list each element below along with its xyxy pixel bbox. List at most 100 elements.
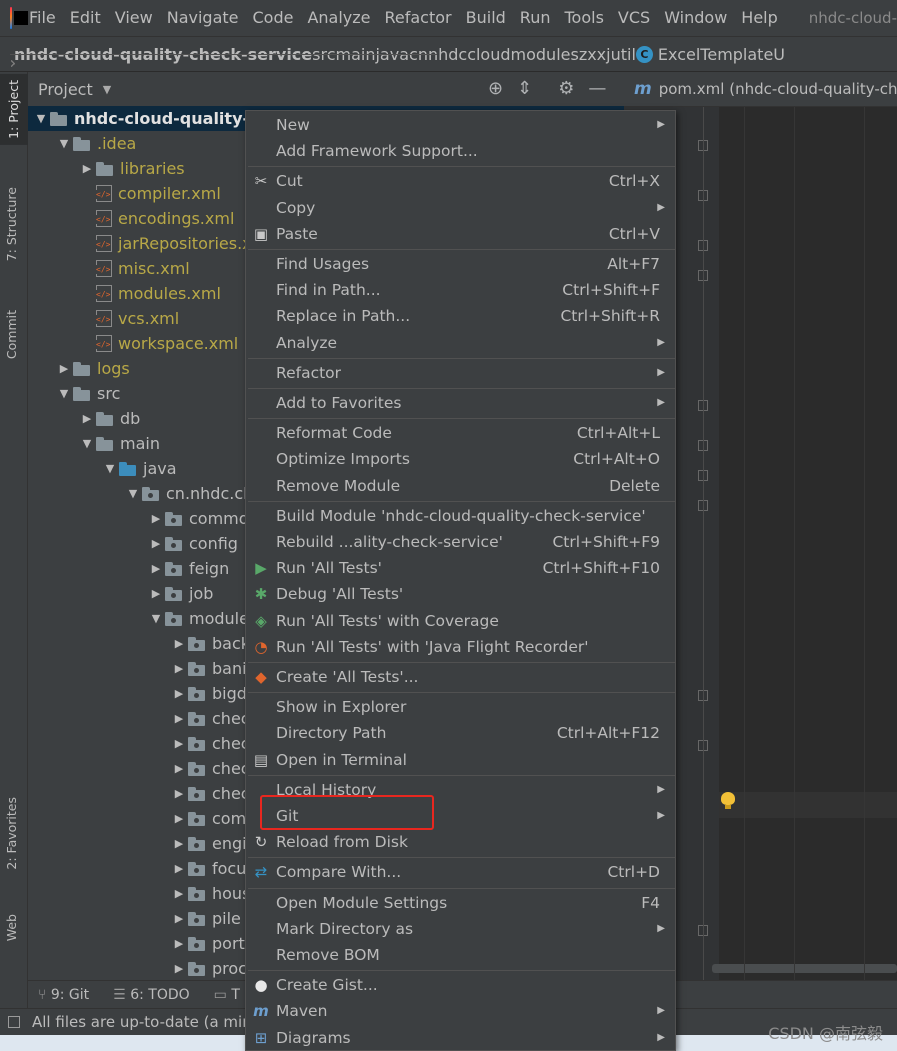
menu-item-find-usages[interactable]: Find Usages Alt+F7 [246, 251, 675, 277]
collapsed-arrow-icon[interactable]: ▶ [147, 531, 165, 556]
menu-item-add-to-favorites[interactable]: Add to Favorites ▶ [246, 390, 675, 416]
tree-node[interactable]: ▼ .idea [28, 131, 137, 156]
menu-build[interactable]: Build [459, 0, 513, 36]
tree-node[interactable]: ▶ hous [28, 881, 251, 906]
horizontal-scrollbar[interactable] [712, 964, 897, 973]
menu-navigate[interactable]: Navigate [160, 0, 246, 36]
tree-node[interactable]: ▶ proc [28, 956, 247, 980]
menu-item-mark-directory-as[interactable]: Mark Directory as ▶ [246, 916, 675, 942]
menu-item-optimize-imports[interactable]: Optimize Imports Ctrl+Alt+O [246, 446, 675, 472]
menu-item-compare-with[interactable]: ⇄ Compare With... Ctrl+D [246, 859, 675, 885]
menu-item-create-gist[interactable]: ● Create Gist... [246, 972, 675, 998]
tree-node[interactable]: ▶ logs [28, 356, 130, 381]
collapsed-arrow-icon[interactable]: ▶ [170, 806, 188, 831]
chevron-down-icon[interactable]: ▼ [103, 83, 111, 96]
tool-tab-web[interactable]: Web [4, 914, 19, 941]
tree-node[interactable]: ▼ src [28, 381, 121, 406]
lightbulb-icon[interactable] [721, 792, 735, 810]
tree-node[interactable]: workspace.xml [28, 331, 238, 356]
menu-item-directory-path[interactable]: Directory Path Ctrl+Alt+F12 [246, 720, 675, 746]
breadcrumb-item[interactable]: modules [511, 45, 579, 64]
menu-item-replace-in-path[interactable]: Replace in Path... Ctrl+Shift+R [246, 303, 675, 329]
tree-node[interactable]: jarRepositories.x [28, 231, 252, 256]
breadcrumb-item[interactable]: zxxj [579, 45, 611, 64]
collapsed-arrow-icon[interactable]: ▶ [170, 731, 188, 756]
collapsed-arrow-icon[interactable]: ▶ [170, 631, 188, 656]
menu-refactor[interactable]: Refactor [378, 0, 459, 36]
menu-analyze[interactable]: Analyze [300, 0, 377, 36]
bottom-tab[interactable]: ⑂ 9: Git [38, 987, 89, 1003]
tree-node[interactable]: ▶ back [28, 631, 250, 656]
tree-node[interactable]: ▶ db [28, 406, 141, 431]
menu-code[interactable]: Code [245, 0, 300, 36]
locate-icon[interactable]: ⊕ [488, 78, 503, 99]
menu-view[interactable]: View [108, 0, 160, 36]
tree-node[interactable]: ▶ config [28, 531, 238, 556]
menu-item-rebuild-ality-check-service[interactable]: Rebuild ...ality-check-service' Ctrl+Shif… [246, 529, 675, 555]
collapse-all-icon[interactable]: ⇕ [517, 78, 532, 99]
menu-item-paste[interactable]: ▣ Paste Ctrl+V [246, 221, 675, 247]
menu-item-open-module-settings[interactable]: Open Module Settings F4 [246, 890, 675, 916]
expanded-arrow-icon[interactable]: ▼ [78, 431, 96, 456]
tree-node[interactable]: ▶ banin [28, 656, 257, 681]
tree-node[interactable]: ▶ feign [28, 556, 229, 581]
menu-item-remove-bom[interactable]: Remove BOM [246, 942, 675, 968]
collapsed-arrow-icon[interactable]: ▶ [170, 706, 188, 731]
tree-node[interactable]: encodings.xml [28, 206, 234, 231]
tree-node[interactable]: misc.xml [28, 256, 190, 281]
menu-item-debug-all-tests[interactable]: ✱ Debug 'All Tests' [246, 581, 675, 607]
tool-tab-structure[interactable]: 7: Structure [4, 187, 19, 261]
gear-icon[interactable]: ⚙ [558, 78, 574, 99]
menu-item-remove-module[interactable]: Remove Module Delete [246, 473, 675, 499]
menu-item-create-all-tests[interactable]: ◆ Create 'All Tests'... [246, 664, 675, 690]
tree-node[interactable]: vcs.xml [28, 306, 179, 331]
bottom-tab[interactable]: ▭ T [214, 987, 240, 1003]
tool-tab-project[interactable]: 1: Project [0, 74, 28, 145]
tree-node[interactable]: ▶ chec [28, 731, 250, 756]
menu-item-copy[interactable]: Copy ▶ [246, 195, 675, 221]
menu-edit[interactable]: Edit [63, 0, 108, 36]
tree-node[interactable]: ▶ chec [28, 781, 250, 806]
expanded-arrow-icon[interactable]: ▼ [32, 106, 50, 131]
menu-item-add-framework-support[interactable]: Add Framework Support... [246, 138, 675, 164]
menu-item-reformat-code[interactable]: Reformat Code Ctrl+Alt+L [246, 420, 675, 446]
menu-item-show-in-explorer[interactable]: Show in Explorer [246, 694, 675, 720]
collapsed-arrow-icon[interactable]: ▶ [170, 881, 188, 906]
tree-node[interactable]: ▶ pile [28, 906, 241, 931]
menu-tools[interactable]: Tools [557, 0, 610, 36]
tree-node[interactable]: ▶ porta [28, 931, 255, 956]
project-panel-title[interactable]: Project [38, 80, 93, 99]
menu-help[interactable]: Help [734, 0, 784, 36]
collapsed-arrow-icon[interactable]: ▶ [170, 856, 188, 881]
collapsed-arrow-icon[interactable]: ▶ [78, 156, 96, 181]
collapsed-arrow-icon[interactable]: ▶ [170, 831, 188, 856]
collapsed-arrow-icon[interactable]: ▶ [55, 356, 73, 381]
menu-item-find-in-path[interactable]: Find in Path... Ctrl+Shift+F [246, 277, 675, 303]
expanded-arrow-icon[interactable]: ▼ [55, 131, 73, 156]
menu-item-run-all-tests[interactable]: ▶ Run 'All Tests' Ctrl+Shift+F10 [246, 555, 675, 581]
menu-item-open-in-terminal[interactable]: ▤ Open in Terminal [246, 747, 675, 773]
collapsed-arrow-icon[interactable]: ▶ [78, 406, 96, 431]
collapsed-arrow-icon[interactable]: ▶ [170, 681, 188, 706]
collapsed-arrow-icon[interactable]: ▶ [170, 656, 188, 681]
expanded-arrow-icon[interactable]: ▼ [124, 481, 142, 506]
tree-node[interactable]: ▼ module [28, 606, 249, 631]
tree-node[interactable]: ▼ main [28, 431, 160, 456]
expanded-arrow-icon[interactable]: ▼ [147, 606, 165, 631]
collapsed-arrow-icon[interactable]: ▶ [170, 956, 188, 980]
collapsed-arrow-icon[interactable]: ▶ [170, 906, 188, 931]
menu-item-run-all-tests-with-java-flight-recorder[interactable]: ◔ Run 'All Tests' with 'Java Flight Recor… [246, 634, 675, 660]
expanded-arrow-icon[interactable]: ▼ [101, 456, 119, 481]
menu-item-build-module-nhdc-cloud-quality-check-service[interactable]: Build Module 'nhdc-cloud-quality-check-s… [246, 503, 675, 529]
tree-node[interactable]: compiler.xml [28, 181, 221, 206]
tree-node[interactable]: ▶ commo [28, 506, 249, 531]
breadcrumb-item[interactable]: ExcelTemplateU [658, 45, 785, 64]
menu-window[interactable]: Window [657, 0, 734, 36]
expanded-arrow-icon[interactable]: ▼ [55, 381, 73, 406]
toggle-tool-windows-icon[interactable] [8, 1016, 20, 1028]
breadcrumb-item[interactable]: util [611, 45, 636, 64]
tree-node[interactable]: ▶ chec [28, 756, 250, 781]
tree-node[interactable]: ▼ cn.nhdc.clo [28, 481, 258, 506]
tree-node[interactable]: modules.xml [28, 281, 221, 306]
collapsed-arrow-icon[interactable]: ▶ [147, 556, 165, 581]
